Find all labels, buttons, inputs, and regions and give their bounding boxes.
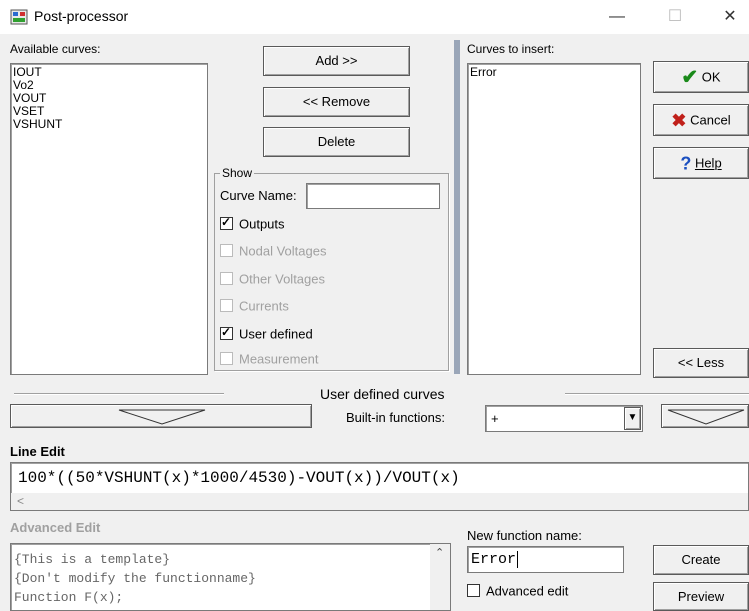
ok-button[interactable]: ✔ OK: [653, 61, 749, 93]
remove-button[interactable]: << Remove: [263, 87, 410, 117]
delete-button[interactable]: Delete: [263, 127, 410, 157]
list-item[interactable]: IOUT: [11, 66, 207, 79]
separator-right: [565, 393, 749, 395]
less-button[interactable]: << Less: [653, 348, 749, 378]
new-function-input[interactable]: Error: [467, 546, 624, 573]
curves-to-insert-label: Curves to insert:: [467, 42, 555, 56]
checkbox-advanced-edit[interactable]: Advanced edit: [467, 583, 568, 598]
checkbox-icon: [220, 325, 233, 341]
minimize-button[interactable]: —: [597, 4, 637, 30]
separator-left: [14, 393, 224, 395]
list-item[interactable]: VSHUNT: [11, 118, 207, 131]
checkbox-icon: [220, 272, 233, 286]
checkbox-other-voltages[interactable]: Other Voltages: [220, 271, 325, 286]
add-button[interactable]: Add >>: [263, 46, 410, 76]
advanced-edit-label: Advanced Edit: [10, 520, 101, 535]
help-button[interactable]: ? Help: [653, 147, 749, 179]
checkbox-icon: [220, 215, 233, 231]
user-defined-title: User defined curves: [320, 386, 445, 402]
down-arrow-icon: [667, 409, 745, 425]
vertical-scrollbar[interactable]: ⌃: [430, 544, 450, 610]
checkbox-currents[interactable]: Currents: [220, 298, 289, 313]
splitter-bar[interactable]: [454, 40, 460, 374]
create-button[interactable]: Create: [653, 545, 749, 575]
question-icon: ?: [680, 153, 692, 174]
cancel-button[interactable]: ✖ Cancel: [653, 104, 749, 136]
builtin-functions-label: Built-in functions:: [346, 410, 445, 425]
advanced-edit-text: {This is a template} {Don't modify the f…: [14, 552, 256, 605]
chevron-down-icon[interactable]: ▼: [624, 407, 641, 430]
available-curves-list[interactable]: IOUT Vo2 VOUT VSET VSHUNT: [10, 63, 208, 375]
list-item[interactable]: Error: [468, 66, 640, 79]
horizontal-scrollbar[interactable]: <: [11, 493, 748, 510]
new-function-label: New function name:: [467, 528, 582, 543]
line-edit-label: Line Edit: [10, 444, 65, 459]
maximize-button[interactable]: ☐: [655, 4, 695, 30]
cross-icon: ✖: [671, 110, 687, 131]
checkbox-icon: [220, 352, 233, 366]
checkbox-user-defined[interactable]: User defined: [220, 325, 313, 341]
available-curves-label: Available curves:: [10, 42, 101, 56]
curve-name-label: Curve Name:: [220, 188, 297, 203]
window-title: Post-processor: [34, 8, 129, 24]
checkbox-icon: [467, 584, 480, 598]
line-edit-field[interactable]: 100*((50*VSHUNT(x)*1000/4530)-VOUT(x))/V…: [10, 462, 749, 511]
builtin-functions-select[interactable]: + ▼: [485, 405, 643, 432]
scroll-left-icon[interactable]: <: [17, 494, 24, 508]
expand-right-button[interactable]: [661, 404, 749, 428]
close-button[interactable]: ✕: [710, 4, 749, 30]
checkbox-outputs[interactable]: Outputs: [220, 215, 285, 231]
curves-to-insert-list[interactable]: Error: [467, 63, 641, 375]
checkbox-icon: [220, 244, 233, 258]
expand-left-button[interactable]: [10, 404, 312, 428]
advanced-edit-textarea[interactable]: {This is a template} {Don't modify the f…: [10, 543, 451, 611]
checkbox-icon: [220, 299, 233, 313]
down-arrow-icon: [118, 409, 206, 425]
preview-button[interactable]: Preview: [653, 582, 749, 611]
scroll-up-icon[interactable]: ⌃: [435, 546, 444, 559]
checkbox-measurement[interactable]: Measurement: [220, 351, 318, 366]
line-edit-text: 100*((50*VSHUNT(x)*1000/4530)-VOUT(x))/V…: [18, 469, 460, 487]
show-legend: Show: [220, 166, 255, 180]
app-icon: [10, 8, 28, 26]
curve-name-input[interactable]: [306, 183, 440, 209]
checkbox-nodal-voltages[interactable]: Nodal Voltages: [220, 243, 326, 258]
checkmark-icon: ✔: [681, 66, 699, 89]
